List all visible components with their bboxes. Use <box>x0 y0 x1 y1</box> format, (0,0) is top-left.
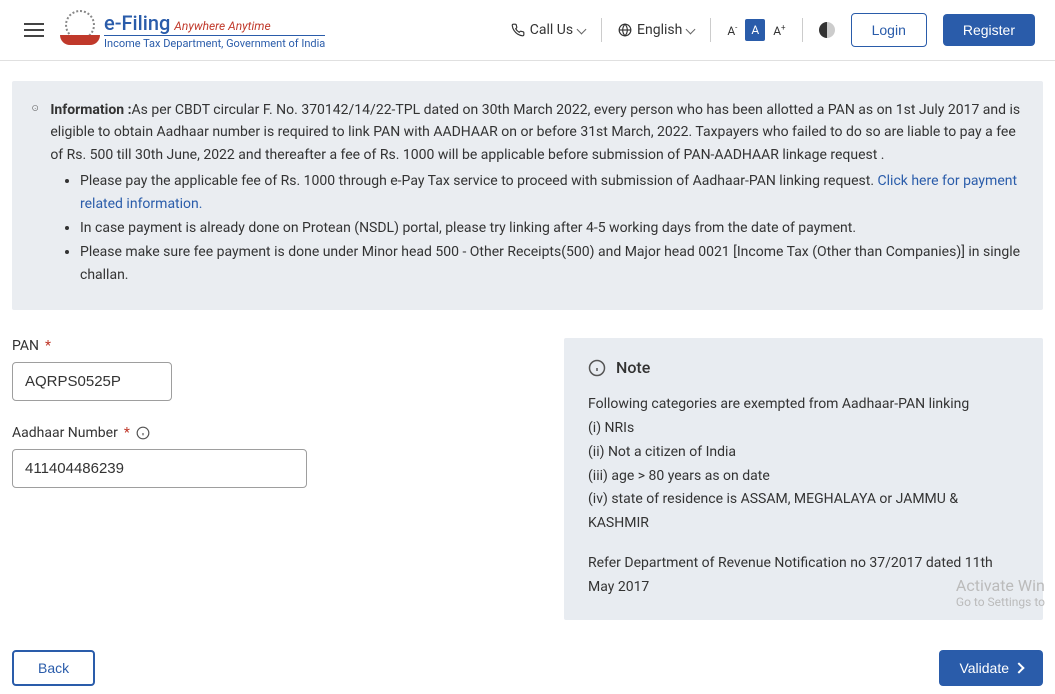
pan-group: PAN * <box>12 338 512 401</box>
aadhaar-label: Aadhaar Number <box>12 425 118 441</box>
font-controls: A- A A+ <box>727 19 785 41</box>
info-list: Please pay the applicable fee of Rs. 100… <box>80 170 1023 286</box>
header-right: Call Us English A- A A+ Login Register <box>511 13 1035 47</box>
aadhaar-group: Aadhaar Number * <box>12 425 512 488</box>
brand-tag: Anywhere Anytime <box>174 19 270 33</box>
language-dropdown[interactable]: English <box>618 22 694 38</box>
globe-icon <box>618 23 632 37</box>
emblem-icon <box>60 10 100 50</box>
pan-label-row: PAN * <box>12 338 512 354</box>
note-title: Note <box>616 358 650 377</box>
note-item: (iv) state of residence is ASSAM, MEGHAL… <box>588 488 1019 536</box>
note-item: (iii) age > 80 years as on date <box>588 465 1019 489</box>
validate-button[interactable]: Validate <box>939 650 1043 686</box>
font-decrease-button[interactable]: A- <box>727 23 737 38</box>
chevron-right-icon <box>1013 662 1024 673</box>
aadhaar-label-row: Aadhaar Number * <box>12 425 512 441</box>
chevron-down-icon <box>577 24 587 34</box>
info-label: Information : <box>50 102 131 118</box>
info-body: As per CBDT circular F. No. 370142/14/22… <box>50 102 1020 163</box>
phone-icon <box>511 23 525 37</box>
info-list-item: Please make sure fee payment is done und… <box>80 241 1023 286</box>
font-normal-button[interactable]: A <box>745 19 765 41</box>
language-label: English <box>637 22 682 38</box>
back-button[interactable]: Back <box>12 650 95 686</box>
info-list-item: Please pay the applicable fee of Rs. 100… <box>80 170 1023 215</box>
note-header: Note <box>588 358 1019 377</box>
main-container: Information :As per CBDT circular F. No.… <box>0 81 1055 686</box>
info-icon[interactable] <box>136 426 150 440</box>
pan-input[interactable] <box>12 362 172 401</box>
divider <box>710 18 711 42</box>
contrast-toggle-icon[interactable] <box>819 22 835 38</box>
brand-sub: Income Tax Department, Government of Ind… <box>104 35 325 50</box>
note-footer: Refer Department of Revenue Notification… <box>588 552 1019 600</box>
pan-label: PAN <box>12 338 39 354</box>
note-item: (ii) Not a citizen of India <box>588 441 1019 465</box>
brand-text: e-Filing Anywhere Anytime Income Tax Dep… <box>104 11 325 50</box>
chevron-down-icon <box>686 24 696 34</box>
note-item: (i) NRIs <box>588 417 1019 441</box>
register-button[interactable]: Register <box>943 14 1035 46</box>
note-box: Note Following categories are exempted f… <box>564 338 1043 619</box>
required-indicator: * <box>124 425 130 441</box>
call-us-dropdown[interactable]: Call Us <box>511 22 585 38</box>
app-header: e-Filing Anywhere Anytime Income Tax Dep… <box>0 0 1055 61</box>
logo-area[interactable]: e-Filing Anywhere Anytime Income Tax Dep… <box>60 10 325 50</box>
info-icon <box>588 359 606 377</box>
info-list-item: In case payment is already done on Prote… <box>80 217 1023 239</box>
divider <box>601 18 602 42</box>
font-increase-button[interactable]: A+ <box>773 23 785 38</box>
note-body: Following categories are exempted from A… <box>588 393 1019 599</box>
info-icon <box>32 99 38 117</box>
aadhaar-input[interactable] <box>12 449 307 488</box>
header-left: e-Filing Anywhere Anytime Income Tax Dep… <box>20 10 325 50</box>
divider <box>802 18 803 42</box>
form-left: PAN * Aadhaar Number * <box>12 338 512 512</box>
required-indicator: * <box>45 338 51 354</box>
validate-label: Validate <box>959 660 1009 676</box>
form-area: PAN * Aadhaar Number * Note Followin <box>12 338 1043 619</box>
footer-buttons: Back Validate <box>12 650 1043 686</box>
info-main-text: Information :As per CBDT circular F. No.… <box>50 99 1023 166</box>
menu-icon[interactable] <box>20 19 48 41</box>
login-button[interactable]: Login <box>851 13 927 47</box>
brand-main: e-Filing <box>104 11 170 35</box>
info-banner: Information :As per CBDT circular F. No.… <box>12 81 1043 310</box>
note-intro: Following categories are exempted from A… <box>588 393 1019 417</box>
call-us-label: Call Us <box>530 22 573 38</box>
